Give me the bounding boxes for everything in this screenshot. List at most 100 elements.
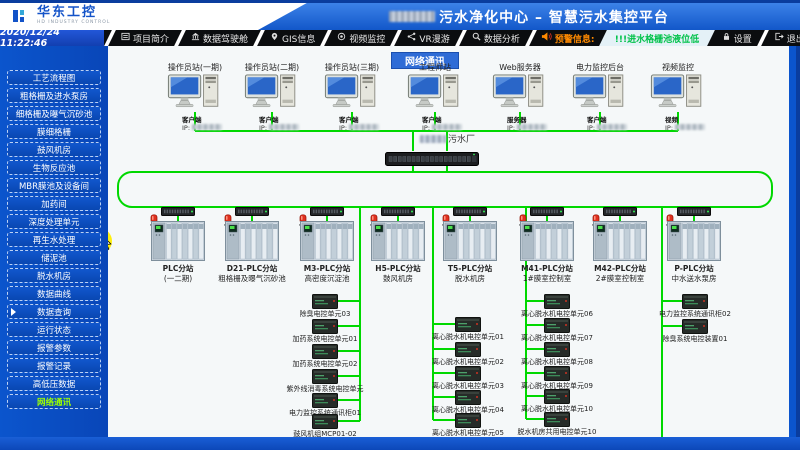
ip-label: IP: <box>665 124 673 132</box>
sidebar-item-14[interactable]: 数据查询 <box>7 304 101 319</box>
sidebar-item-7[interactable]: MBR膜池及设备间 <box>7 178 101 193</box>
sidebar-item-6[interactable]: 生物反应池 <box>7 160 101 175</box>
computer-icon <box>649 74 707 116</box>
control-unit-icon <box>544 318 570 333</box>
sidebar-item-label: 网络通讯 <box>37 396 71 408</box>
workstation-2: 操作员站(二期)客户端IP: <box>232 62 312 132</box>
sidebar-item-17[interactable]: 报警记录 <box>7 358 101 373</box>
sidebar-item-8[interactable]: 加药间 <box>7 196 101 211</box>
sidebar-item-label: 工艺流程图 <box>33 72 76 84</box>
menu-item-dashboard[interactable]: 数据驾驶舱 <box>186 30 253 46</box>
sidebar-item-1[interactable]: 工艺流程图 <box>7 70 101 85</box>
workstation-7: 视频监控视频IP: <box>638 62 718 132</box>
sidebar-item-5[interactable]: 鼓风机房 <box>7 142 101 157</box>
menu-item-search[interactable]: 数据分析 <box>467 30 525 46</box>
menu-bar: 2020/12/24 11:22:46 项目简介 数据驾驶舱 GIS信息 视频监控 VR… <box>0 30 800 46</box>
sidebar-item-16[interactable]: 报警参数 <box>7 340 101 355</box>
workstation-1: 操作员站(一期) 客户端IP: <box>155 62 235 132</box>
menu-item-label: 项目简介 <box>133 32 169 45</box>
location-icon <box>270 32 279 44</box>
settings-button[interactable]: 设置 <box>717 30 757 46</box>
control-unit-icon <box>312 294 338 309</box>
workstation-label: 操作员站(三期) <box>312 62 392 73</box>
workstation-ip: IP: <box>507 124 560 132</box>
dashboard-icon <box>191 32 200 44</box>
workstation-label: Web服务器 <box>480 62 560 73</box>
exit-label: 退出 <box>787 32 800 45</box>
workstation-5: Web服务器服务器IP: <box>480 62 560 132</box>
workstation-label: 工程师站 <box>395 62 475 73</box>
field-switch-1 <box>161 201 195 210</box>
sidebar-item-4[interactable]: 膜细格栅 <box>7 124 101 139</box>
sidebar-item-11[interactable]: 储泥池 <box>7 250 101 265</box>
plc-rack-icon <box>300 221 354 265</box>
workstation-4: 工程师站客户端IP: <box>395 62 475 132</box>
menu-item-label: 视频监控 <box>349 32 385 45</box>
sidebar-item-18[interactable]: 高低压数据 <box>7 376 101 391</box>
redacted-ip <box>349 124 379 130</box>
monitor-target-icon <box>337 32 346 44</box>
alarm-horn-icon <box>541 31 552 45</box>
top-accent-line <box>0 0 800 3</box>
control-unit-icon <box>544 389 570 404</box>
workstation-tag: 客户端 <box>587 116 640 124</box>
sidebar-item-13[interactable]: 数据曲线 <box>7 286 101 301</box>
company-logo: 华东工控 HD INDUSTRY CONTROL <box>12 6 110 25</box>
sidebar-item-label: 细格栅及曝气沉砂池 <box>16 108 93 120</box>
exit-button[interactable]: 退出 <box>769 30 800 46</box>
control-unit-icon <box>544 412 570 427</box>
menu-item-label: 数据分析 <box>484 32 520 45</box>
menu-separator <box>455 30 467 46</box>
workstation-label: 操作员站(一期) <box>155 62 235 73</box>
alert-message-box[interactable]: !!!进水格栅池液位低 <box>600 30 716 46</box>
sidebar-item-label: 储泥池 <box>41 252 67 264</box>
control-unit-icon <box>455 413 481 428</box>
control-unit-icon <box>682 319 708 334</box>
control-unit-icon <box>544 342 570 357</box>
sidebar-item-12[interactable]: 脱水机房 <box>7 268 101 283</box>
workstation-ip: IP: <box>182 124 235 132</box>
sidebar-item-label: 运行状态 <box>37 324 71 336</box>
menu-item-location[interactable]: GIS信息 <box>265 30 320 46</box>
workstation-tag: 客户端 <box>182 116 235 124</box>
menu-separator <box>320 30 332 46</box>
plc-location: 中水送水泵房 <box>639 273 749 284</box>
search-icon <box>472 32 481 44</box>
sidebar-item-9[interactable]: 深度处理单元 <box>7 214 101 229</box>
control-unit-icon <box>312 319 338 334</box>
field-switch-5 <box>453 201 487 210</box>
alert-message: !!!进水格栅池液位低 <box>615 32 699 45</box>
menu-item-monitor-target[interactable]: 视频监控 <box>332 30 390 46</box>
sidebar-item-label: 脱水机房 <box>37 270 71 282</box>
plc-rack-icon <box>225 221 279 265</box>
control-unit-icon <box>455 317 481 332</box>
computer-icon <box>166 74 224 116</box>
datetime-display: 2020/12/24 11:22:46 <box>0 30 104 46</box>
sidebar-item-15[interactable]: 运行状态 <box>7 322 101 337</box>
sidebar-item-label: 报警参数 <box>37 342 71 354</box>
status-bar <box>0 437 800 450</box>
sidebar-item-label: 报警记录 <box>37 360 71 372</box>
sidebar-item-19[interactable]: 网络通讯 <box>7 394 101 409</box>
redacted-ip <box>192 124 222 130</box>
sidebar-item-label: 高低压数据 <box>33 378 76 390</box>
control-unit-label: 脱水机房共用电控单元10 <box>502 427 612 437</box>
sidebar-item-3[interactable]: 细格栅及曝气沉砂池 <box>7 106 101 121</box>
plant-switch-label: 污水厂 <box>420 132 475 145</box>
menu-item-share[interactable]: VR漫游 <box>402 30 454 46</box>
field-switch-2 <box>235 201 269 210</box>
workstation-tag: 客户端 <box>422 116 475 124</box>
workstation-6: 电力监控后台客户端IP: <box>560 62 640 132</box>
workstation-ip: IP: <box>587 124 640 132</box>
workstation-ip: IP: <box>339 124 392 132</box>
plc-rack-icon <box>667 221 721 265</box>
sidebar-item-label: 数据曲线 <box>37 288 71 300</box>
logo-icon <box>12 7 32 25</box>
plc-rack-icon <box>443 221 497 265</box>
redacted-plant-name <box>389 11 435 22</box>
control-unit-icon <box>455 342 481 357</box>
menu-separator <box>525 30 537 46</box>
sidebar-item-2[interactable]: 粗格栅及进水泵房 <box>7 88 101 103</box>
sidebar-item-10[interactable]: 再生水处理 <box>7 232 101 247</box>
menu-item-document[interactable]: 项目简介 <box>116 30 174 46</box>
